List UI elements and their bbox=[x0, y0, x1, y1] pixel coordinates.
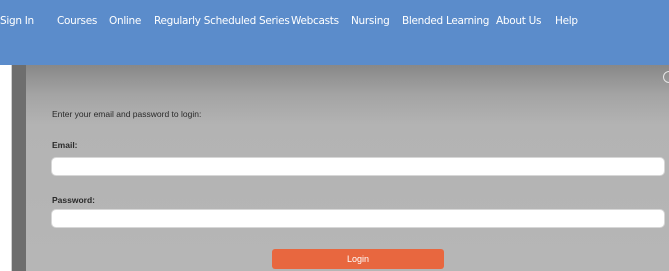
nav-help[interactable]: Help bbox=[555, 14, 578, 28]
close-icon[interactable] bbox=[663, 71, 669, 83]
login-button[interactable]: Login bbox=[272, 249, 444, 269]
nav-sign-in[interactable]: Sign In bbox=[0, 14, 34, 28]
page-left-shadow bbox=[12, 65, 26, 271]
login-instructions: Enter your email and password to login: bbox=[52, 109, 202, 119]
nav-online[interactable]: Online bbox=[109, 14, 141, 28]
nav-about-us[interactable]: About Us bbox=[496, 14, 541, 28]
password-field[interactable] bbox=[51, 209, 665, 228]
password-label: Password: bbox=[52, 195, 95, 205]
page-left-margin bbox=[0, 65, 11, 271]
nav-regularly-scheduled-series[interactable]: Regularly Scheduled Series bbox=[154, 14, 290, 28]
nav-nursing[interactable]: Nursing bbox=[351, 14, 390, 28]
email-field[interactable] bbox=[51, 157, 665, 176]
nav-webcasts[interactable]: Webcasts bbox=[291, 14, 339, 28]
top-nav-bar: Sign In Courses Online Regularly Schedul… bbox=[0, 0, 669, 65]
email-label: Email: bbox=[52, 140, 78, 150]
nav-courses[interactable]: Courses bbox=[57, 14, 97, 28]
nav-blended-learning[interactable]: Blended Learning bbox=[402, 14, 489, 28]
